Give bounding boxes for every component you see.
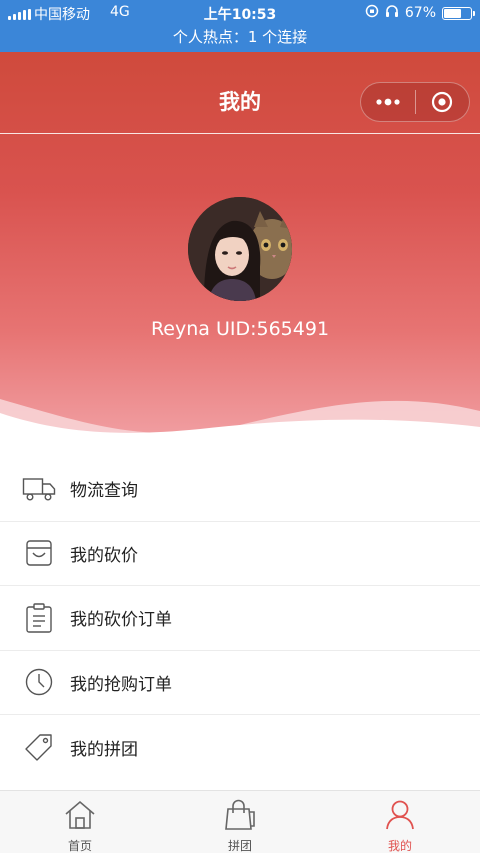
- hotspot-banner[interactable]: 个人热点：1 个连接: [0, 26, 480, 47]
- tab-mine[interactable]: 我的: [320, 791, 480, 853]
- mini-program-capsule: [360, 82, 470, 122]
- status-bar: 中国移动 4G 上午10:53 67% 个人热点：1 个连接: [0, 0, 480, 52]
- headphones-icon: [385, 4, 399, 22]
- clock-icon: [0, 667, 70, 697]
- menu-label: 物流查询: [70, 481, 138, 502]
- menu-label: 我的砍价订单: [70, 610, 172, 631]
- menu-item-flash-orders[interactable]: 我的抢购订单: [0, 651, 480, 715]
- menu-item-group-buy[interactable]: 我的拼团: [0, 715, 480, 780]
- menu-item-bargain[interactable]: 我的砍价: [0, 522, 480, 586]
- target-circle-icon[interactable]: [415, 82, 469, 122]
- menu-label: 我的砍价: [70, 545, 138, 566]
- menu-label: 我的抢购订单: [70, 674, 172, 695]
- user-icon: [383, 799, 417, 835]
- battery-percent: 67%: [404, 5, 436, 21]
- bargain-box-icon: [0, 539, 70, 567]
- tab-home[interactable]: 首页: [0, 791, 160, 853]
- nav-bar: 我的: [0, 52, 480, 134]
- battery-icon: [442, 6, 475, 20]
- header-wave: [0, 399, 480, 455]
- menu-item-logistics[interactable]: 物流查询: [0, 457, 480, 522]
- shopping-bag-icon: [223, 799, 257, 835]
- username-uid: Reyna UID:565491: [150, 318, 330, 340]
- menu-label: 我的拼团: [70, 739, 138, 760]
- avatar[interactable]: [188, 197, 292, 301]
- menu-list: 物流查询 我的砍价 我的砍价订单 我的抢购订单 我的拼团: [0, 457, 480, 780]
- rotation-lock-icon: [365, 4, 379, 22]
- price-tag-icon: [0, 732, 70, 762]
- more-dots-icon[interactable]: [361, 82, 415, 122]
- tab-bar: 首页 拼团 我的: [0, 790, 480, 853]
- clipboard-icon: [0, 603, 70, 633]
- delivery-truck-icon: [0, 476, 70, 502]
- home-icon: [63, 799, 97, 835]
- menu-item-bargain-orders[interactable]: 我的砍价订单: [0, 586, 480, 651]
- tab-label: 拼团: [227, 839, 252, 853]
- tab-group-buy[interactable]: 拼团: [160, 791, 320, 853]
- tab-label: 我的: [387, 839, 412, 853]
- tab-label: 首页: [67, 839, 92, 853]
